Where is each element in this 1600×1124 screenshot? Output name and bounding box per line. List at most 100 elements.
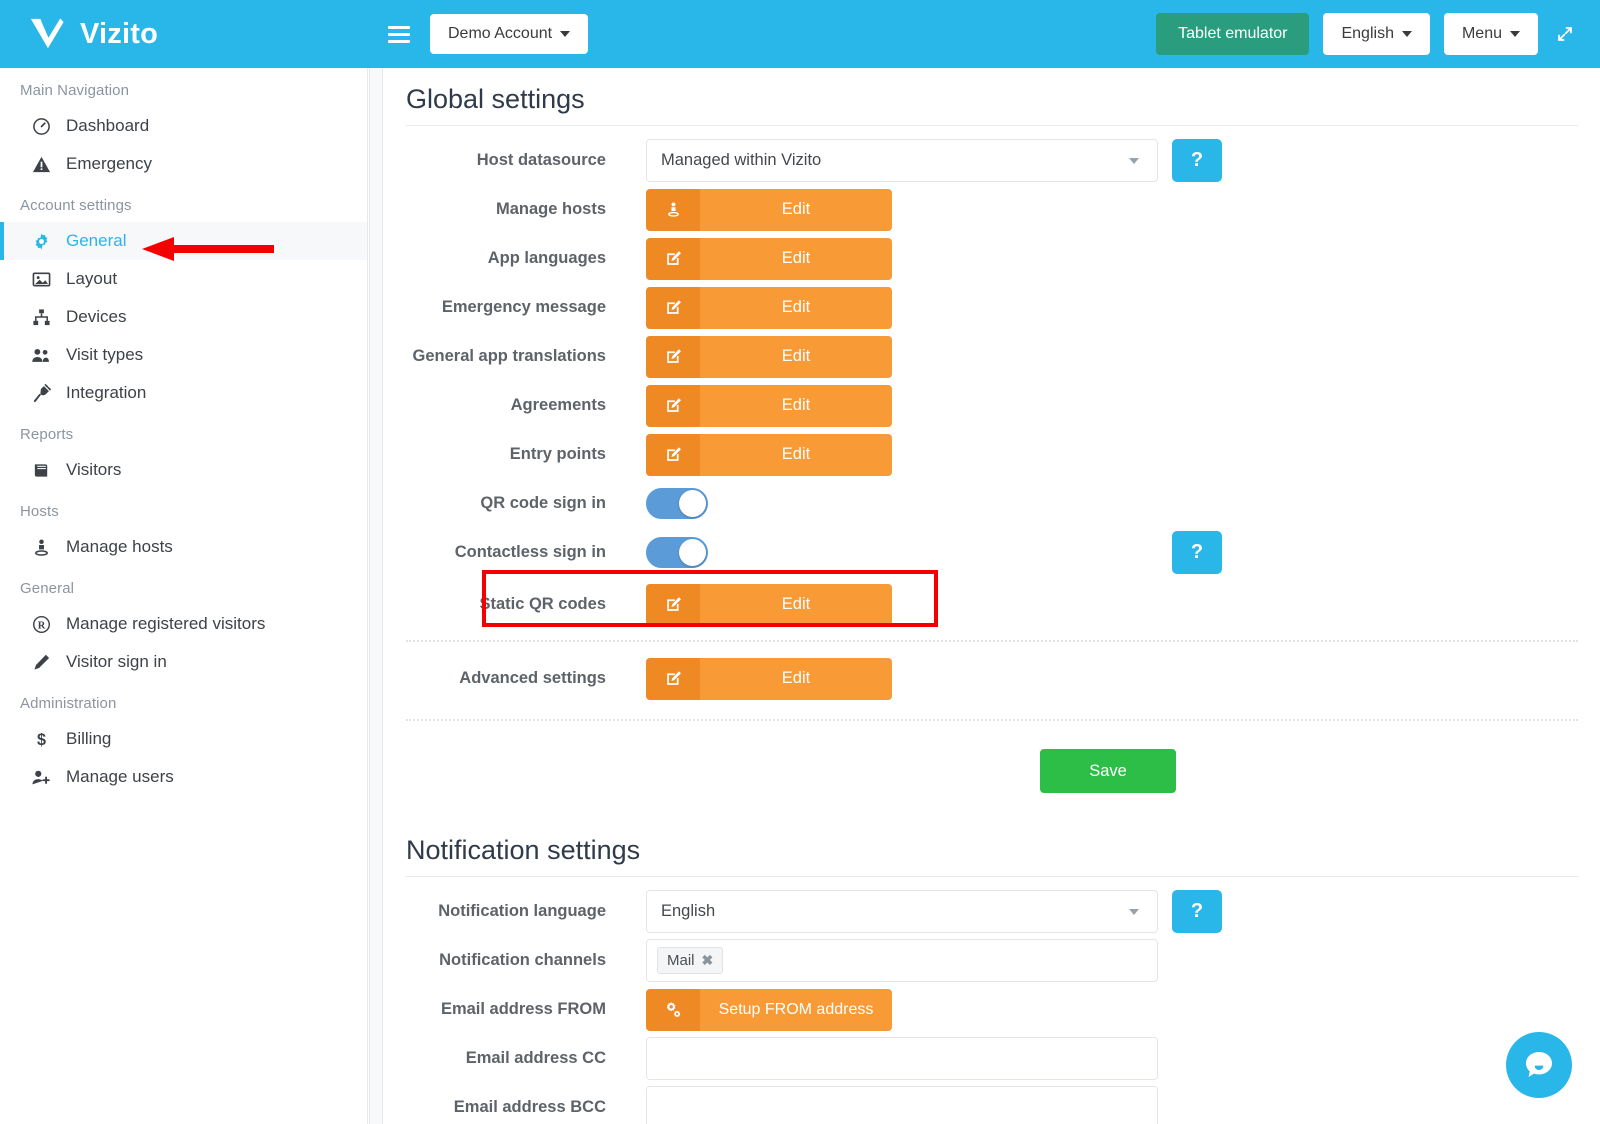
sidebar-item-label: Layout [66,269,117,289]
field-row-qr-code-sign-in: QR code sign in [384,479,1600,528]
sidebar-item-emergency[interactable]: Emergency [0,145,367,183]
field-label: Notification language [406,902,646,920]
edit-button-general-app-translations[interactable]: Edit [646,336,892,378]
sidebar-item-integration[interactable]: Integration [0,374,367,412]
host-datasource-value: Managed within Vizito [661,151,821,170]
sidebar-item-layout[interactable]: Layout [0,260,367,298]
field-row-app-languages: App languages Edit [384,234,1600,283]
edit-pencil-square-icon [646,434,700,476]
chat-bubble-smile-icon [1522,1048,1556,1082]
edit-button-static-qr-codes[interactable]: Edit [646,584,892,626]
sidebar-item-dashboard[interactable]: Dashboard [0,107,367,145]
sidebar-item-general[interactable]: General [0,222,367,260]
book-report-icon [30,461,52,480]
app-window: Vizito Demo Account Tablet emulator Engl… [0,0,1600,1124]
sitemap-devices-icon [30,308,52,327]
edit-button-agreements[interactable]: Edit [646,385,892,427]
svg-text:$: $ [37,731,46,749]
edit-button-app-languages[interactable]: Edit [646,238,892,280]
sidebar-item-label: Visitors [66,460,121,480]
sidebar-item-visitors[interactable]: Visitors [0,451,367,489]
edit-pencil-square-icon [646,385,700,427]
field-row-email-from: Email address FROM Setup FROM address [384,985,1600,1034]
account-switcher-label: Demo Account [448,25,552,43]
user-plus-icon [30,768,52,787]
field-row-agreements: Agreements Edit [384,381,1600,430]
field-label: Manage hosts [406,200,646,218]
field-row-advanced-settings: Advanced settings Edit [384,654,1600,703]
sidebar-item-manage-registered-visitors[interactable]: R Manage registered visitors [0,605,367,643]
field-label: Notification channels [406,951,646,969]
save-row: Save [384,721,1600,819]
gauge-dashboard-icon [30,117,52,136]
chevron-down-icon [1129,158,1139,164]
content-scrollbar[interactable] [369,68,383,1124]
menu-button-label: Menu [1462,25,1502,43]
sidebar-item-visitor-sign-in[interactable]: Visitor sign in [0,643,367,681]
toggle-qr-code-sign-in[interactable] [646,488,708,519]
setup-from-address-button[interactable]: Setup FROM address [646,989,892,1031]
field-label: Contactless sign in [406,543,646,561]
field-label: Emergency message [406,298,646,316]
image-picture-icon [30,270,52,289]
language-selector-button[interactable]: English [1323,13,1429,55]
sidebar-item-manage-users[interactable]: Manage users [0,758,367,796]
notification-settings-title: Notification settings [384,819,1600,876]
notification-channels-input[interactable]: Mail ✖ [646,939,1158,982]
sidebar-item-label: Integration [66,383,146,403]
edit-pencil-square-icon [646,287,700,329]
email-bcc-input[interactable] [646,1086,1158,1124]
menu-button[interactable]: Menu [1444,13,1538,55]
field-row-emergency-message: Emergency message Edit [384,283,1600,332]
sidebar-item-billing[interactable]: $ Billing [0,720,367,758]
setup-from-address-label: Setup FROM address [700,989,892,1031]
sidebar-heading: Reports [0,412,367,451]
users-group-icon [30,346,52,365]
sidebar-item-manage-hosts[interactable]: Manage hosts [0,528,367,566]
edit-button-entry-points[interactable]: Edit [646,434,892,476]
help-button-contactless-sign-in[interactable]: ? [1172,531,1222,574]
toggle-contactless-sign-in[interactable] [646,537,708,568]
field-row-notification-language: Notification language English ? [384,887,1600,936]
brand-area[interactable]: Vizito [0,0,368,68]
close-icon[interactable]: ✖ [702,952,714,969]
warning-triangle-icon [30,155,52,174]
chat-support-button[interactable] [1506,1032,1572,1098]
hamburger-menu-icon[interactable] [382,14,416,54]
sidebar-heading: General [0,566,367,605]
channel-tag[interactable]: Mail ✖ [657,947,723,974]
save-button[interactable]: Save [1040,749,1176,793]
edit-button-label: Edit [700,434,892,476]
sidebar-item-label: Billing [66,729,111,749]
chevron-down-icon [560,31,570,37]
edit-button-emergency-message[interactable]: Edit [646,287,892,329]
chevron-down-icon [1129,909,1139,915]
sidebar-item-label: Manage hosts [66,537,173,557]
fullscreen-expand-icon[interactable] [1552,21,1578,47]
tablet-emulator-button[interactable]: Tablet emulator [1156,13,1309,55]
edit-pencil-square-icon [646,238,700,280]
host-datasource-select[interactable]: Managed within Vizito [646,139,1158,182]
help-button-host-datasource[interactable]: ? [1172,139,1222,182]
sidebar-item-label: Manage registered visitors [66,614,265,634]
edit-button-label: Edit [700,287,892,329]
gear-icon [30,232,52,251]
sidebar-item-devices[interactable]: Devices [0,298,367,336]
email-cc-input[interactable] [646,1037,1158,1080]
account-switcher-button[interactable]: Demo Account [430,14,588,54]
help-button-notification-language[interactable]: ? [1172,890,1222,933]
edit-button-manage-hosts[interactable]: Edit [646,189,892,231]
main-content: Global settings Host datasource Managed … [384,68,1600,1124]
chevron-down-icon [1510,31,1520,37]
sidebar-heading: Main Navigation [0,68,367,107]
sidebar-item-visit-types[interactable]: Visit types [0,336,367,374]
field-label: Email address BCC [406,1098,646,1116]
chevron-down-icon [1402,31,1412,37]
edit-button-label: Edit [700,584,892,626]
field-row-general-app-translations: General app translations Edit [384,332,1600,381]
field-label: Email address CC [406,1049,646,1067]
notification-language-select[interactable]: English [646,890,1158,933]
edit-button-advanced-settings[interactable]: Edit [646,658,892,700]
channel-tag-label: Mail [667,952,695,969]
sidebar-item-label: Emergency [66,154,152,174]
